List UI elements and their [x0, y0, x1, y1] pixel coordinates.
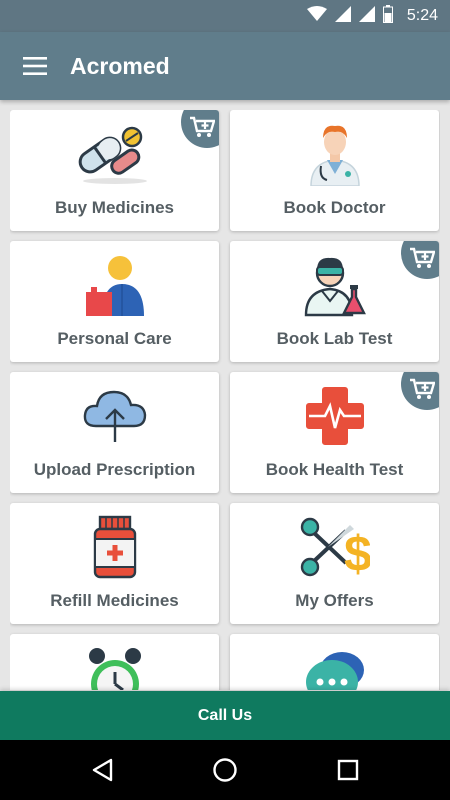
tile-label: Personal Care [57, 329, 172, 348]
app-bar: Acromed [0, 32, 450, 100]
hamburger-menu-icon[interactable] [0, 32, 70, 100]
tile-book-doctor[interactable]: Book Doctor [230, 110, 439, 231]
offers-scissors-dollar-icon: $ [230, 513, 439, 581]
signal-icon [334, 5, 351, 27]
tile-label: Book Doctor [283, 198, 386, 217]
tile-my-offers[interactable]: $ My Offers [230, 503, 439, 624]
cloud-upload-icon [10, 382, 219, 450]
tile-upload-prescription[interactable]: Upload Prescription [10, 372, 219, 493]
tile-personal-care[interactable]: Personal Care [10, 241, 219, 362]
back-icon[interactable] [72, 745, 132, 795]
chat-bubble-icon [230, 644, 439, 690]
tile-refill-medicines[interactable]: Refill Medicines [10, 503, 219, 624]
tile-label: My Offers [295, 591, 374, 610]
tile-label: Book Lab Test [276, 329, 393, 348]
tile-grid: Buy Medicines Book Doctor Personal Care … [10, 110, 440, 690]
tile-chat[interactable] [230, 634, 439, 690]
tile-buy-medicines[interactable]: Buy Medicines [10, 110, 219, 231]
battery-icon [382, 4, 393, 28]
tile-reminder[interactable] [10, 634, 219, 690]
tile-book-lab-test[interactable]: Book Lab Test [230, 241, 439, 362]
svg-text:$: $ [344, 526, 370, 579]
tile-book-health-test[interactable]: Book Health Test [230, 372, 439, 493]
tile-label: Upload Prescription [33, 460, 196, 479]
system-nav-bar [0, 740, 450, 800]
alarm-clock-icon [10, 644, 219, 690]
status-bar: 5:24 [0, 0, 450, 32]
signal-icon [358, 5, 375, 27]
tile-label: Book Health Test [265, 460, 404, 479]
personal-care-icon [10, 251, 219, 319]
status-time: 5:24 [406, 7, 438, 24]
doctor-icon [230, 120, 439, 188]
tile-label: Buy Medicines [54, 198, 175, 217]
call-us-button[interactable]: Call Us [0, 691, 450, 740]
tile-label: Refill Medicines [50, 591, 179, 610]
home-icon[interactable] [195, 745, 255, 795]
app-title: Acromed [70, 52, 170, 79]
medicine-bottle-icon [10, 513, 219, 581]
wifi-icon [306, 5, 327, 27]
recents-icon[interactable] [318, 745, 378, 795]
